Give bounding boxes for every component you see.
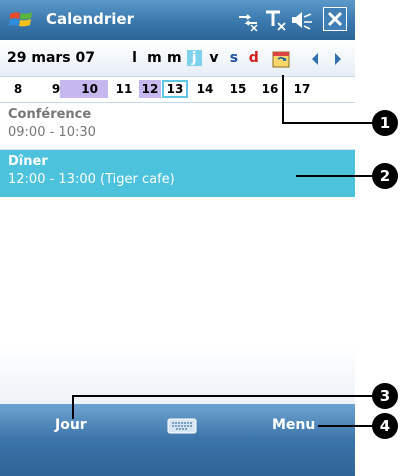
callout-3: 3: [372, 383, 398, 409]
weekday-selector: l m m j v s d: [127, 50, 261, 66]
week-dates-strip: 8 9 10 11 12 13 14 15 16 17: [0, 76, 355, 103]
weekday-thu-today[interactable]: j: [186, 50, 202, 66]
callout-1: 1: [372, 110, 398, 136]
date-cell[interactable]: 16: [258, 80, 282, 98]
appointment-time: 09:00 - 10:30: [8, 125, 96, 140]
callout-4: 4: [372, 413, 398, 439]
date-cell-highlighted[interactable]: 12: [139, 80, 161, 98]
callout-line: [282, 75, 284, 123]
appointment-title: Dîner: [8, 154, 48, 169]
date-cell[interactable]: 11: [112, 80, 136, 98]
date-cell[interactable]: 14: [193, 80, 217, 98]
close-button[interactable]: [323, 7, 347, 31]
connectivity-icon[interactable]: [236, 8, 260, 32]
weekday-tue[interactable]: m: [147, 50, 162, 66]
date-navigation-bar: 29 mars 07 l m m j v s d: [0, 40, 355, 77]
weekday-sun[interactable]: d: [246, 50, 261, 66]
day-view-softkey[interactable]: Jour: [55, 417, 87, 433]
current-date[interactable]: 29 mars 07: [7, 50, 95, 66]
title-bar: Calendrier: [0, 0, 355, 40]
windows-start-icon[interactable]: [8, 7, 34, 33]
callout-line: [72, 395, 372, 397]
weekday-wed[interactable]: m: [167, 50, 182, 66]
callout-line: [296, 175, 372, 177]
appointment-item[interactable]: Conférence 09:00 - 10:30: [0, 103, 355, 150]
next-week-arrow-icon[interactable]: [333, 52, 343, 66]
callout-line: [72, 395, 74, 419]
date-cell[interactable]: 8: [6, 80, 30, 98]
appointment-item-selected[interactable]: Dîner 12:00 - 13:00 (Tiger cafe): [0, 150, 355, 197]
weekday-sat[interactable]: s: [226, 50, 241, 66]
date-cell[interactable]: 15: [226, 80, 250, 98]
menu-softkey[interactable]: Menu: [272, 417, 315, 433]
date-cell-today[interactable]: 13: [162, 80, 188, 98]
previous-week-arrow-icon[interactable]: [310, 52, 320, 66]
close-icon: [327, 11, 343, 27]
pocket-pc-screen: Calendrier 29 mars 07 l m m j v s d 8 9 …: [0, 0, 355, 476]
agenda-empty-area[interactable]: [0, 198, 355, 404]
weekday-fri[interactable]: v: [207, 50, 222, 66]
soft-key-bar: Jour Menu: [0, 404, 355, 476]
callout-2: 2: [372, 163, 398, 189]
callout-line: [318, 425, 374, 427]
date-cell-highlighted[interactable]: 10: [60, 80, 108, 98]
appointment-time: 12:00 - 13:00 (Tiger cafe): [8, 172, 175, 187]
date-cell[interactable]: 17: [290, 80, 314, 98]
callout-line: [282, 122, 374, 124]
go-to-today-icon[interactable]: [270, 48, 292, 70]
keyboard-icon[interactable]: [167, 417, 197, 435]
volume-icon[interactable]: [290, 8, 314, 32]
app-title: Calendrier: [46, 10, 134, 28]
appointment-title: Conférence: [8, 107, 92, 122]
weekday-mon[interactable]: l: [127, 50, 142, 66]
signal-off-icon[interactable]: [264, 8, 288, 32]
